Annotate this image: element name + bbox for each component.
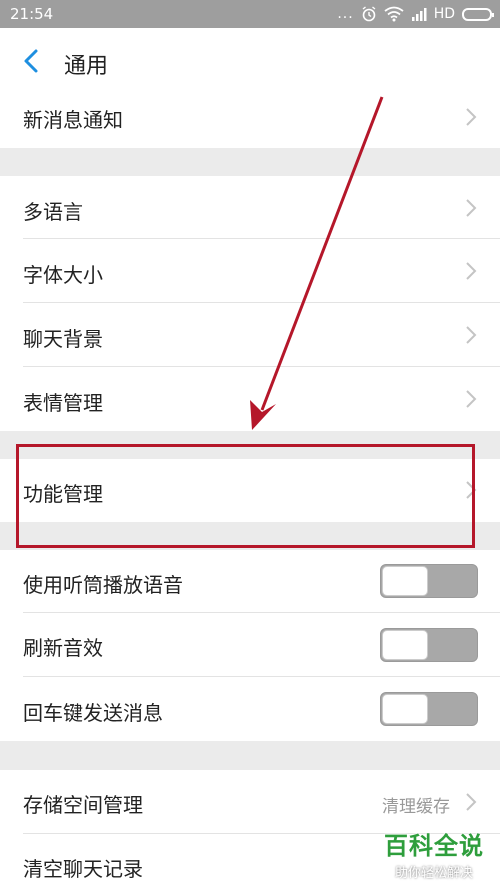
- highlight-box: [16, 444, 475, 548]
- row-new-message[interactable]: 新消息通知: [0, 94, 500, 148]
- row-language[interactable]: 多语言: [0, 176, 500, 239]
- row-label: 存储空间管理: [23, 793, 143, 817]
- row-label: 使用听筒播放语音: [23, 573, 183, 597]
- signal-icon: [411, 8, 427, 21]
- alarm-icon: [362, 6, 376, 22]
- chevron-right-icon: [466, 262, 477, 280]
- chevron-right-icon: [466, 390, 477, 408]
- enter-send-toggle[interactable]: [380, 692, 478, 726]
- toggle-knob: [382, 630, 428, 660]
- network-type: HD: [433, 6, 455, 22]
- toggle-knob: [382, 694, 428, 724]
- battery-icon: [462, 7, 494, 21]
- row-refresh-sound: 刷新音效: [0, 613, 500, 677]
- row-label: 清空聊天记录: [23, 857, 143, 881]
- back-arrow-icon[interactable]: [20, 48, 44, 74]
- chevron-right-icon: [466, 108, 477, 126]
- status-bar: 21:54 ... HD: [0, 0, 500, 28]
- watermark-subtitle: 助你轻松解决: [394, 866, 473, 881]
- row-label: 刷新音效: [23, 636, 103, 660]
- row-sticker-manage[interactable]: 表情管理: [0, 367, 500, 431]
- row-chat-background[interactable]: 聊天背景: [0, 303, 500, 367]
- status-time: 21:54: [10, 5, 54, 23]
- chevron-right-icon: [466, 326, 477, 344]
- row-label: 字体大小: [23, 263, 103, 287]
- toggle-knob: [382, 566, 428, 596]
- clear-cache-value: 清理缓存: [382, 797, 450, 817]
- watermark-title: 百科全说: [384, 832, 484, 860]
- row-label: 新消息通知: [23, 108, 123, 132]
- watermark-logo: 百科全说 助你轻松解决: [375, 826, 493, 881]
- row-label: 表情管理: [23, 391, 103, 415]
- row-label: 聊天背景: [23, 327, 103, 351]
- chevron-right-icon: [466, 793, 477, 811]
- row-enter-send: 回车键发送消息: [0, 677, 500, 741]
- nav-bar: 通用: [0, 28, 500, 94]
- wifi-icon: [384, 6, 404, 22]
- row-label: 回车键发送消息: [23, 701, 163, 725]
- row-storage[interactable]: 存储空间管理 清理缓存: [0, 770, 500, 834]
- refresh-sound-toggle[interactable]: [380, 628, 478, 662]
- row-label: 多语言: [23, 200, 83, 224]
- status-icons: ... HD: [337, 4, 494, 24]
- row-font-size[interactable]: 字体大小: [0, 239, 500, 303]
- earpiece-toggle[interactable]: [380, 564, 478, 598]
- row-earpiece: 使用听筒播放语音: [0, 550, 500, 613]
- page-title: 通用: [64, 54, 109, 79]
- chevron-right-icon: [466, 199, 477, 217]
- more-dots-icon: ...: [337, 6, 354, 22]
